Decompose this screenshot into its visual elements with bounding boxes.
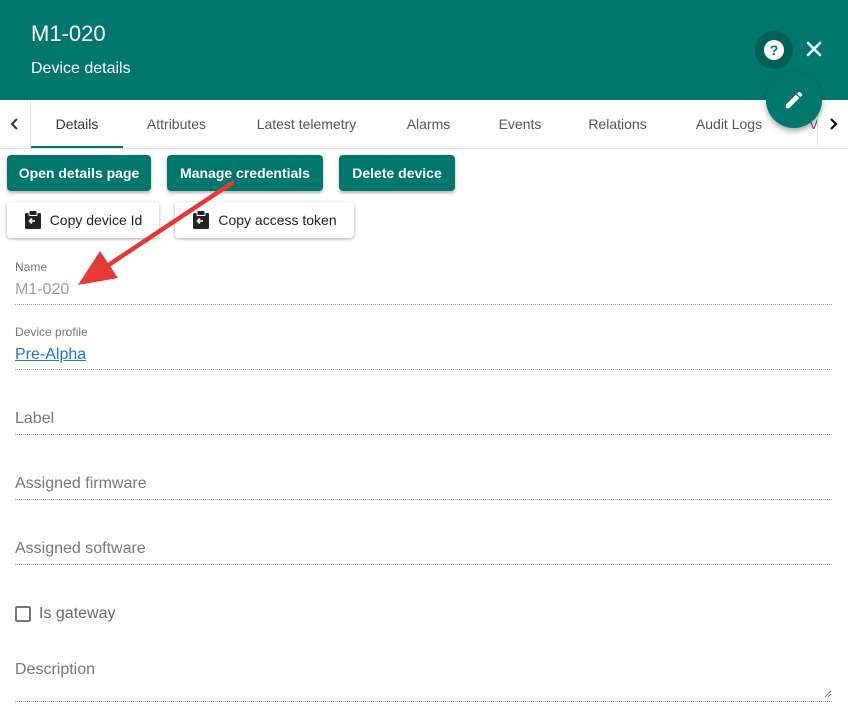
help-button[interactable]: ? (755, 31, 793, 69)
tab-relations[interactable]: Relations (566, 100, 669, 148)
device-subtitle: Device details (31, 60, 131, 77)
assigned-firmware-field[interactable]: Assigned firmware (15, 453, 832, 500)
device-profile-link[interactable]: Pre-Alpha (15, 346, 86, 364)
tab-latest-telemetry[interactable]: Latest telemetry (230, 100, 383, 148)
name-label: Name (15, 260, 48, 274)
help-icon: ? (764, 40, 784, 60)
name-value: M1-020 (15, 281, 70, 298)
tab-ink-bar (31, 146, 123, 148)
tab-bar: Details Attributes Latest telemetry Alar… (0, 100, 848, 149)
assigned-software-field[interactable]: Assigned software (15, 518, 832, 565)
label-input[interactable]: Label (15, 388, 832, 435)
dialog-header: M1-020 Device details ? (0, 0, 848, 100)
chevron-left-icon (10, 118, 18, 130)
chevron-right-icon (830, 118, 838, 130)
assigned-software-placeholder: Assigned software (15, 540, 146, 557)
delete-device-button[interactable]: Delete device (339, 155, 455, 191)
tab-alarms[interactable]: Alarms (383, 100, 474, 148)
device-profile-label: Device profile (15, 325, 88, 339)
copy-access-token-button[interactable]: Copy access token (175, 202, 354, 238)
close-icon (806, 41, 822, 57)
tab-scroll-right[interactable] (817, 100, 848, 148)
edit-button[interactable] (766, 72, 822, 128)
copy-access-token-label: Copy access token (218, 212, 337, 228)
tab-details[interactable]: Details (31, 100, 123, 148)
assigned-firmware-placeholder: Assigned firmware (15, 475, 147, 492)
is-gateway-checkbox[interactable] (15, 606, 31, 622)
is-gateway-label: Is gateway (39, 605, 116, 622)
description-placeholder: Description (15, 661, 96, 678)
label-placeholder: Label (15, 410, 55, 427)
pencil-icon (785, 91, 803, 109)
copy-device-id-label: Copy device Id (49, 212, 143, 228)
copy-device-id-button[interactable]: Copy device Id (7, 202, 159, 238)
resize-handle-icon[interactable] (824, 690, 832, 698)
tab-attributes[interactable]: Attributes (123, 100, 230, 148)
open-details-page-button[interactable]: Open details page (7, 155, 151, 191)
clipboard-icon (24, 210, 41, 229)
manage-credentials-button[interactable]: Manage credentials (167, 155, 323, 191)
device-title: M1-020 (31, 21, 106, 46)
clipboard-icon (193, 210, 210, 229)
name-field[interactable]: Name M1-020 (15, 258, 832, 305)
close-button[interactable] (801, 36, 827, 62)
is-gateway-row[interactable]: Is gateway (15, 603, 115, 625)
device-profile-field[interactable]: Device profile Pre-Alpha (15, 323, 832, 370)
tab-scroll-left[interactable] (0, 100, 31, 148)
description-field[interactable]: Description (15, 640, 832, 702)
tab-events[interactable]: Events (474, 100, 566, 148)
